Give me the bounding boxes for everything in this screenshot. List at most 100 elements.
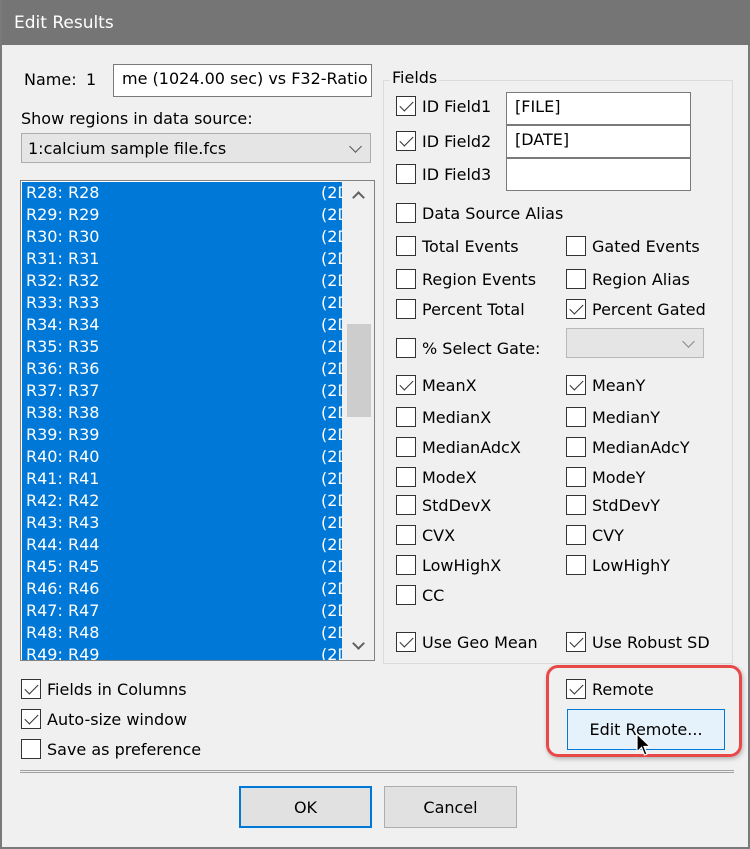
modey-checkbox[interactable]: ModeY xyxy=(566,467,645,487)
list-item[interactable]: R47: R47 (2D xyxy=(22,600,342,622)
list-item[interactable]: R37: R37 (2D xyxy=(22,380,342,402)
percent-gated-checkbox[interactable]: Percent Gated xyxy=(566,299,706,319)
list-item[interactable]: R40: R40 (2D xyxy=(22,446,342,468)
checkbox-box[interactable] xyxy=(566,555,586,575)
list-item[interactable]: R43: R43 (2D xyxy=(22,512,342,534)
id-field3-checkbox[interactable]: ID Field3 xyxy=(396,164,491,184)
checkbox-checked-icon[interactable] xyxy=(396,632,416,652)
checkbox-box[interactable] xyxy=(566,467,586,487)
ok-button[interactable]: OK xyxy=(239,786,372,828)
list-item[interactable]: R42: R42 (2D xyxy=(22,490,342,512)
checkbox-box[interactable] xyxy=(566,495,586,515)
list-item[interactable]: R33: R33 (2D xyxy=(22,292,342,314)
checkbox-box[interactable] xyxy=(566,236,586,256)
id-field3-input[interactable] xyxy=(506,158,691,191)
list-item[interactable]: R49: R49 (2D xyxy=(22,644,342,660)
name-input[interactable]: me (1024.00 sec) vs F32-Ratio xyxy=(113,64,372,97)
checkbox-box[interactable] xyxy=(396,555,416,575)
checkbox-box[interactable] xyxy=(396,525,416,545)
list-item[interactable]: R46: R46 (2D xyxy=(22,578,342,600)
id-field2-input[interactable]: [DATE] xyxy=(506,125,691,158)
data-source-alias-checkbox[interactable]: Data Source Alias xyxy=(396,203,563,223)
checkbox-box[interactable] xyxy=(396,164,416,184)
region-events-checkbox[interactable]: Region Events xyxy=(396,269,536,289)
cvy-checkbox[interactable]: CVY xyxy=(566,525,624,545)
modex-checkbox[interactable]: ModeX xyxy=(396,467,477,487)
checkbox-checked-icon[interactable] xyxy=(21,709,41,729)
list-item[interactable]: R35: R35 (2D xyxy=(22,336,342,358)
list-item[interactable]: R36: R36 (2D xyxy=(22,358,342,380)
checkbox-box[interactable] xyxy=(396,407,416,427)
checkbox-box[interactable] xyxy=(396,269,416,289)
list-item[interactable]: R34: R34 (2D xyxy=(22,314,342,336)
checkbox-checked-icon[interactable] xyxy=(566,679,586,699)
list-item[interactable]: R29: R29 (2D xyxy=(22,204,342,226)
use-geo-mean-checkbox[interactable]: Use Geo Mean xyxy=(396,632,538,652)
checkbox-box[interactable] xyxy=(396,437,416,457)
checkbox-box[interactable] xyxy=(396,236,416,256)
checkbox-box[interactable] xyxy=(396,495,416,515)
list-item[interactable]: R38: R38 (2D xyxy=(22,402,342,424)
list-item[interactable]: R31: R31 (2D xyxy=(22,248,342,270)
id-field2-checkbox[interactable]: ID Field2 xyxy=(396,131,491,151)
checkbox-checked-icon[interactable] xyxy=(566,632,586,652)
medianadcx-checkbox[interactable]: MedianAdcX xyxy=(396,437,521,457)
remote-checkbox[interactable]: Remote xyxy=(566,679,654,699)
stddevy-checkbox[interactable]: StdDevY xyxy=(566,495,660,515)
list-item[interactable]: R28: R28 (2D xyxy=(22,182,342,204)
id-field1-input[interactable]: [FILE] xyxy=(506,92,691,125)
list-item[interactable]: R30: R30 (2D xyxy=(22,226,342,248)
checkbox-checked-icon[interactable] xyxy=(21,679,41,699)
medianx-checkbox[interactable]: MedianX xyxy=(396,407,491,427)
checkbox-box[interactable] xyxy=(396,467,416,487)
region-alias-checkbox[interactable]: Region Alias xyxy=(566,269,690,289)
checkbox-box[interactable] xyxy=(396,203,416,223)
checkbox-checked-icon[interactable] xyxy=(566,375,586,395)
mediany-checkbox[interactable]: MedianY xyxy=(566,407,660,427)
gated-events-checkbox[interactable]: Gated Events xyxy=(566,236,700,256)
list-item[interactable]: R45: R45 (2D xyxy=(22,556,342,578)
regions-listbox[interactable]: R28: R28(2DR29: R29(2DR30: R30(2DR31: R3… xyxy=(20,180,375,661)
list-item[interactable]: R32: R32 (2D xyxy=(22,270,342,292)
checkbox-box[interactable] xyxy=(396,338,416,358)
list-item[interactable]: R44: R44 (2D xyxy=(22,534,342,556)
checkbox-box[interactable] xyxy=(566,437,586,457)
scroll-down-arrow-icon[interactable] xyxy=(342,632,374,660)
id-field1-checkbox[interactable]: ID Field1 xyxy=(396,96,491,116)
region-label: R43: R43 xyxy=(26,513,100,532)
cc-checkbox[interactable]: CC xyxy=(396,585,444,605)
auto-size-window-checkbox[interactable]: Auto-size window xyxy=(21,709,187,729)
cvx-checkbox[interactable]: CVX xyxy=(396,525,455,545)
total-events-checkbox[interactable]: Total Events xyxy=(396,236,519,256)
lowhighx-checkbox[interactable]: LowHighX xyxy=(396,555,501,575)
select-gate-dropdown[interactable] xyxy=(566,328,704,358)
checkbox-checked-icon[interactable] xyxy=(396,375,416,395)
list-item[interactable]: R41: R41 (2D xyxy=(22,468,342,490)
scroll-thumb[interactable] xyxy=(347,324,371,417)
scroll-up-arrow-icon[interactable] xyxy=(342,181,374,209)
checkbox-checked-icon[interactable] xyxy=(396,96,416,116)
meany-checkbox[interactable]: MeanY xyxy=(566,375,645,395)
select-gate-checkbox[interactable]: % Select Gate: xyxy=(396,338,540,358)
checkbox-box[interactable] xyxy=(566,407,586,427)
list-item[interactable]: R48: R48 (2D xyxy=(22,622,342,644)
checkbox-box[interactable] xyxy=(396,299,416,319)
use-robust-sd-checkbox[interactable]: Use Robust SD xyxy=(566,632,710,652)
stddevx-checkbox[interactable]: StdDevX xyxy=(396,495,491,515)
regions-scrollbar[interactable] xyxy=(342,181,374,660)
fields-in-columns-checkbox[interactable]: Fields in Columns xyxy=(21,679,187,699)
checkbox-checked-icon[interactable] xyxy=(566,299,586,319)
medianadcy-checkbox[interactable]: MedianAdcY xyxy=(566,437,690,457)
checkbox-box[interactable] xyxy=(21,739,41,759)
meanx-checkbox[interactable]: MeanX xyxy=(396,375,477,395)
checkbox-box[interactable] xyxy=(566,269,586,289)
checkbox-box[interactable] xyxy=(566,525,586,545)
checkbox-checked-icon[interactable] xyxy=(396,131,416,151)
list-item[interactable]: R39: R39 (2D xyxy=(22,424,342,446)
checkbox-box[interactable] xyxy=(396,585,416,605)
data-source-select[interactable]: 1:calcium sample file.fcs xyxy=(21,133,371,163)
percent-total-checkbox[interactable]: Percent Total xyxy=(396,299,525,319)
cancel-button[interactable]: Cancel xyxy=(384,786,517,828)
save-as-preference-checkbox[interactable]: Save as preference xyxy=(21,739,201,759)
lowhighy-checkbox[interactable]: LowHighY xyxy=(566,555,670,575)
